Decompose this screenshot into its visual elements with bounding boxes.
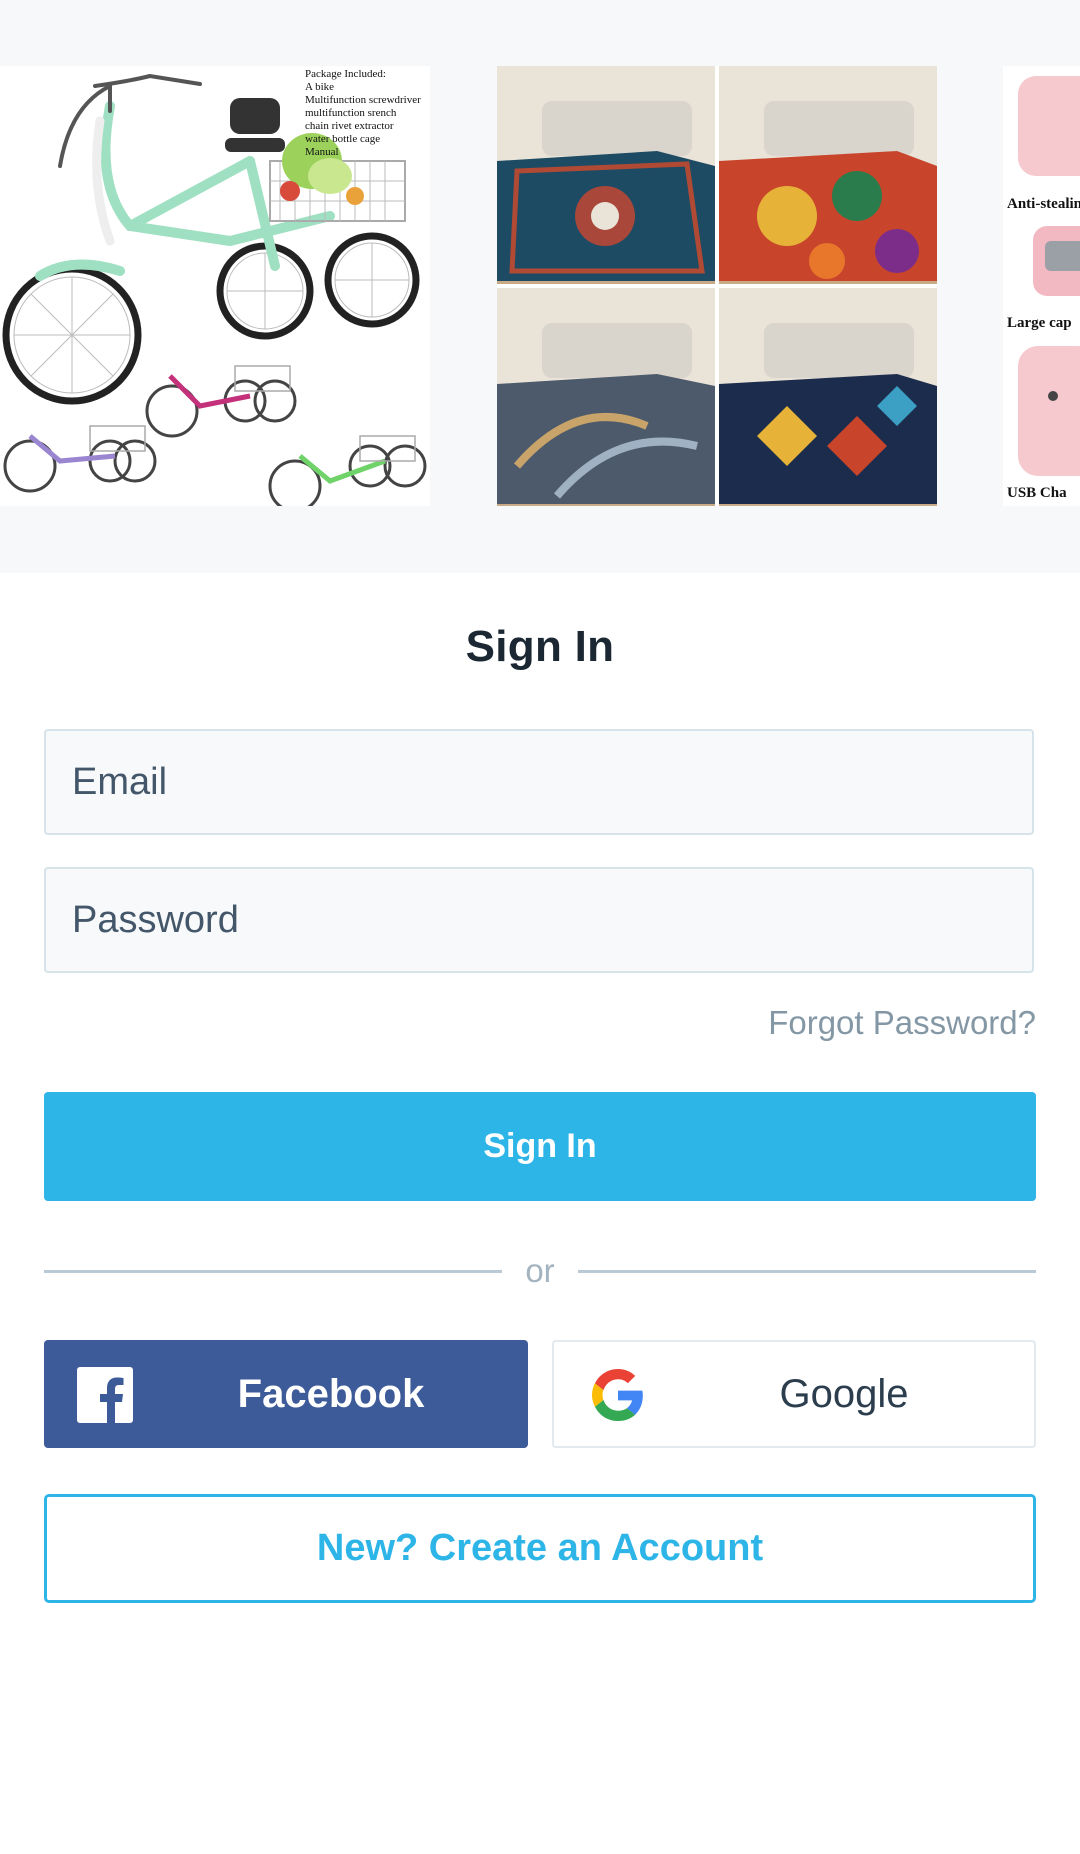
backpack-caption: Large cap: [1007, 315, 1072, 331]
sign-in-button[interactable]: Sign In: [44, 1092, 1036, 1201]
email-field[interactable]: [44, 729, 1034, 835]
product-carousel[interactable]: Package Included: A bike Multifunction s…: [0, 0, 1080, 573]
forgot-password-link[interactable]: Forgot Password?: [768, 1004, 1036, 1042]
google-icon: [592, 1369, 644, 1421]
backpack-illustration: [1018, 76, 1080, 476]
product-image-backpack[interactable]: Anti-stealin Large cap USB Cha: [1003, 66, 1080, 506]
rugs-illustration: [497, 66, 937, 506]
facebook-button-label: Facebook: [237, 1372, 425, 1416]
divider-line: [578, 1270, 1036, 1273]
backpack-caption: USB Cha: [1007, 485, 1067, 501]
or-divider: or: [44, 1250, 1036, 1294]
backpack-caption: Anti-stealin: [1007, 196, 1080, 212]
package-included-text: Package Included: A bike Multifunction s…: [305, 68, 421, 158]
facebook-login-button[interactable]: Facebook: [44, 1340, 528, 1448]
facebook-icon: [77, 1367, 133, 1423]
google-login-button[interactable]: Google: [552, 1340, 1036, 1448]
page-title: Sign In: [465, 622, 615, 671]
product-image-rugs[interactable]: [497, 66, 937, 506]
password-field[interactable]: [44, 867, 1034, 973]
create-account-button[interactable]: New? Create an Account: [44, 1494, 1036, 1603]
google-button-label: Google: [779, 1372, 909, 1416]
product-image-tricycle[interactable]: Package Included: A bike Multifunction s…: [0, 66, 430, 506]
